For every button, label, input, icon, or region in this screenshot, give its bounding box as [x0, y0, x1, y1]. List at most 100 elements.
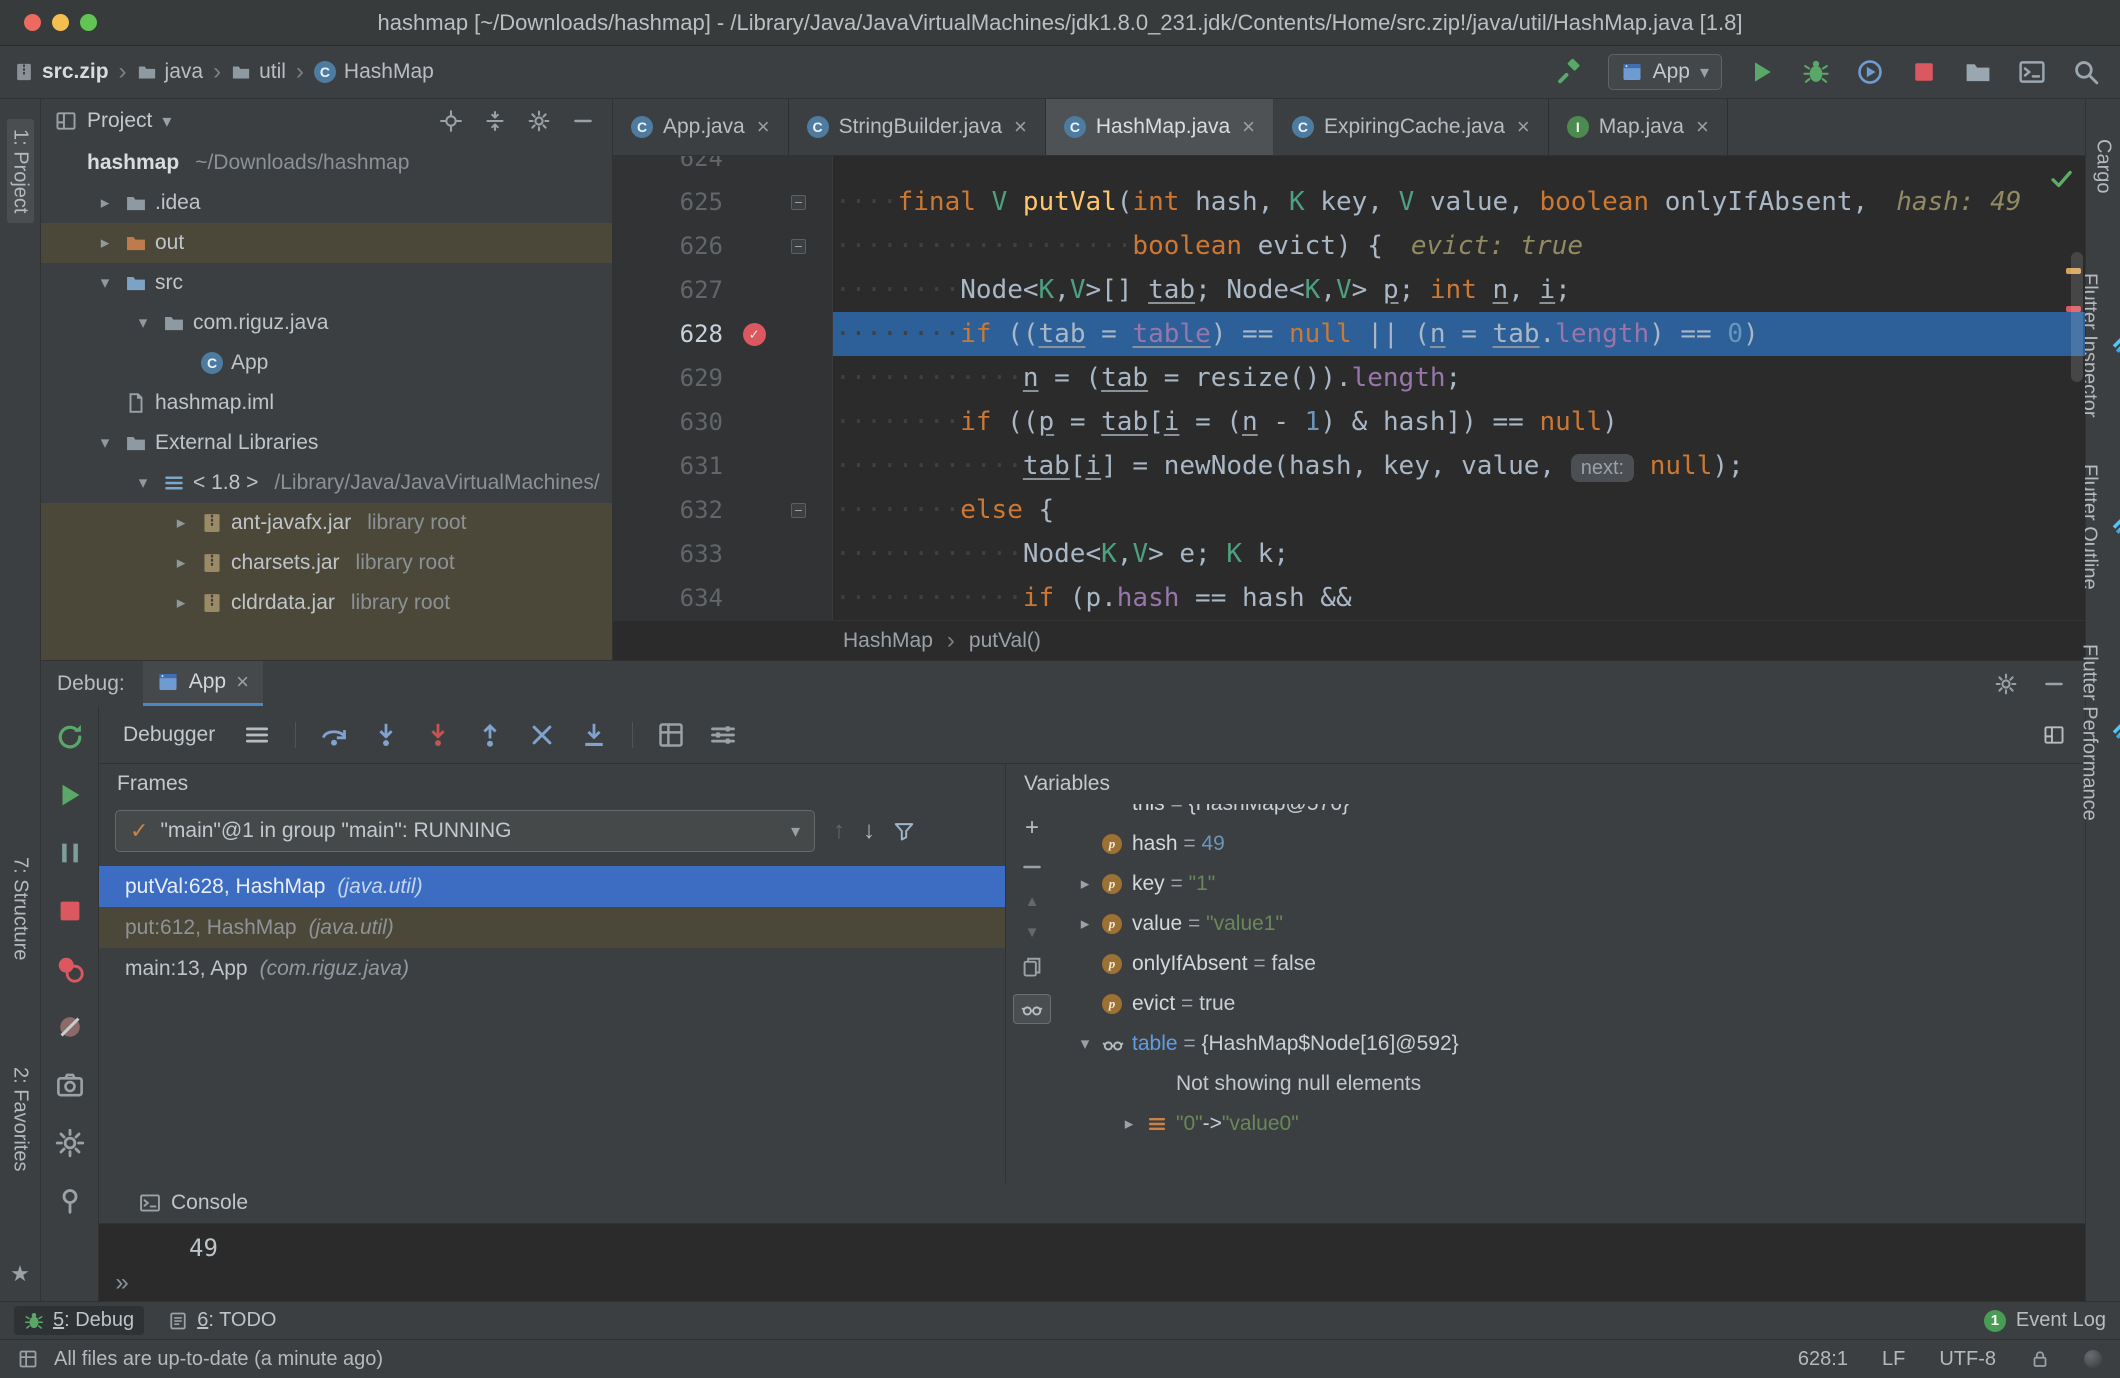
favorites-star-icon[interactable]: ★ [10, 1261, 30, 1287]
tree-toggle-icon[interactable]: ▸ [1112, 1114, 1146, 1134]
tree-toggle-icon[interactable]: ▾ [131, 473, 155, 493]
line-number[interactable]: 629 [613, 356, 723, 400]
event-log-button[interactable]: Event Log [2016, 1309, 2106, 1332]
tree-item[interactable]: hashmap~/Downloads/hashmap [41, 143, 612, 183]
fold-marker-icon[interactable] [791, 239, 806, 254]
frame-row[interactable]: put:612, HashMap(java.util) [99, 907, 1005, 948]
editor-tab[interactable]: CHashMap.java× [1046, 99, 1274, 155]
move-up-icon[interactable]: ▲ [1025, 894, 1040, 909]
variable-row[interactable]: ▸"0" -> "value0" [1058, 1104, 2085, 1144]
editor-tab[interactable]: IMap.java× [1549, 99, 1728, 155]
code-line[interactable]: 627········Node<K,V>[] tab; Node<K,V> p;… [613, 268, 2085, 312]
tree-item[interactable]: ▾src [41, 263, 612, 303]
editor-tab[interactable]: CApp.java× [613, 99, 789, 155]
close-icon[interactable]: × [1696, 114, 1709, 140]
mute-breakpoints-button[interactable] [55, 1012, 85, 1042]
tool-window-button-debug[interactable]: 5: Debug [14, 1306, 144, 1335]
fold-marker-icon[interactable] [791, 195, 806, 210]
tree-toggle-icon[interactable]: ▸ [169, 513, 193, 533]
close-icon[interactable]: × [1517, 114, 1530, 140]
view-breakpoints-button[interactable] [55, 954, 85, 984]
thread-selector[interactable]: ✓ "main"@1 in group "main": RUNNING ▾ [115, 810, 815, 852]
run-with-coverage-button[interactable] [1856, 58, 1884, 86]
close-icon[interactable]: × [1014, 114, 1027, 140]
tool-window-button-todo[interactable]: 6: TODO [158, 1306, 286, 1335]
fold-marker-icon[interactable] [791, 503, 806, 518]
tree-toggle-icon[interactable]: ▾ [93, 273, 117, 293]
variable-row[interactable]: this = {HashMap@576} [1058, 804, 2085, 824]
copy-icon[interactable] [1021, 956, 1043, 978]
breadcrumb-method[interactable]: putVal() [969, 629, 1041, 653]
line-number[interactable]: 626 [613, 224, 723, 268]
tree-item[interactable]: hashmap.iml [41, 383, 612, 423]
tree-item[interactable]: ▾< 1.8 >/Library/Java/JavaVirtualMachine… [41, 463, 612, 503]
drop-frame-icon[interactable] [528, 721, 556, 749]
settings-icon[interactable] [55, 1128, 85, 1158]
sidebar-tab-1-project[interactable]: 1: Project [7, 119, 34, 223]
hamburger-icon[interactable] [243, 721, 271, 749]
console-prompt[interactable]: » [115, 1269, 128, 1297]
tree-item[interactable] [41, 623, 612, 660]
line-separator[interactable]: LF [1882, 1348, 1905, 1371]
debugger-label[interactable]: Debugger [123, 723, 215, 747]
breadcrumb-item[interactable]: CHashMap [314, 60, 434, 84]
breadcrumb-item[interactable]: java [137, 60, 204, 84]
close-icon[interactable]: × [1242, 114, 1255, 140]
code-editor[interactable]: 624625····final V putVal(int hash, K key… [613, 156, 2085, 620]
rerun-button[interactable] [55, 722, 85, 752]
hide-library-frames-icon[interactable] [893, 820, 915, 842]
build-button[interactable] [1554, 58, 1582, 86]
tree-toggle-icon[interactable]: ▸ [1068, 914, 1102, 934]
tree-toggle-icon[interactable]: ▾ [1068, 1034, 1102, 1054]
variable-row[interactable]: Not showing null elements [1058, 1064, 2085, 1104]
tree-toggle-icon[interactable]: ▸ [1068, 874, 1102, 894]
caret-position[interactable]: 628:1 [1798, 1348, 1848, 1371]
open-folder-button[interactable] [1964, 58, 1992, 86]
tree-item[interactable]: ▾com.riguz.java [41, 303, 612, 343]
variable-row[interactable]: ponlyIfAbsent = false [1058, 944, 2085, 984]
tree-toggle-icon[interactable]: ▸ [93, 193, 117, 213]
settings-toolbar-icon[interactable] [709, 721, 737, 749]
evaluate-icon[interactable] [657, 721, 685, 749]
step-out-icon[interactable] [476, 721, 504, 749]
sidebar-tab-2-favorites[interactable]: 2: Favorites [7, 1057, 34, 1181]
tree-item[interactable]: CApp [41, 343, 612, 383]
stop-button[interactable] [55, 896, 85, 926]
tree-item[interactable]: ▸out [41, 223, 612, 263]
variable-row[interactable]: ▾table = {HashMap$Node[16]@592} [1058, 1024, 2085, 1064]
terminal-button[interactable] [2018, 58, 2046, 86]
code-line[interactable]: 634············if (p.hash == hash && [613, 576, 2085, 620]
chevron-down-icon[interactable]: ▾ [162, 111, 171, 132]
minimize-window-button[interactable] [52, 14, 69, 31]
breakpoint-icon[interactable]: ✓ [743, 323, 766, 346]
search-everywhere-button[interactable] [2072, 58, 2100, 86]
step-into-icon[interactable] [372, 721, 400, 749]
sidebar-tab-7-structure[interactable]: 7: Structure [7, 847, 34, 970]
close-window-button[interactable] [24, 14, 41, 31]
code-line[interactable]: 631············tab[i] = newNode(hash, ke… [613, 444, 2085, 488]
snapshot-button[interactable] [55, 1070, 85, 1100]
run-button[interactable] [1748, 58, 1776, 86]
tree-item[interactable]: ▸.idea [41, 183, 612, 223]
code-line[interactable]: 630········if ((p = tab[i = (n - 1) & ha… [613, 400, 2085, 444]
debug-button[interactable] [1802, 58, 1830, 86]
line-number[interactable]: 624 [613, 156, 723, 180]
variable-row[interactable]: phash = 49 [1058, 824, 2085, 864]
line-number[interactable]: 633 [613, 532, 723, 576]
editor-tab[interactable]: CExpiringCache.java× [1274, 99, 1549, 155]
breadcrumb-item[interactable]: util [231, 60, 286, 84]
breadcrumb-item[interactable]: src.zip [14, 60, 109, 84]
tree-item[interactable]: ▸charsets.jarlibrary root [41, 543, 612, 583]
tree-toggle-icon[interactable]: ▸ [169, 553, 193, 573]
code-line[interactable]: 628✓········if ((tab = table) == null ||… [613, 312, 2085, 356]
step-over-icon[interactable] [320, 721, 348, 749]
run-configuration-selector[interactable]: App▾ [1608, 54, 1722, 90]
hide-icon[interactable] [572, 110, 594, 132]
code-line[interactable]: 626···················boolean evict) {ev… [613, 224, 2085, 268]
line-number[interactable]: 630 [613, 400, 723, 444]
tree-toggle-icon[interactable]: ▾ [93, 433, 117, 453]
move-down-icon[interactable]: ▼ [1025, 925, 1040, 940]
line-number[interactable]: 632 [613, 488, 723, 532]
sidebar-tab-flutter-performance[interactable]: Flutter Performance [2076, 634, 2120, 831]
breakpoint-zone[interactable]: ✓ [723, 323, 785, 346]
